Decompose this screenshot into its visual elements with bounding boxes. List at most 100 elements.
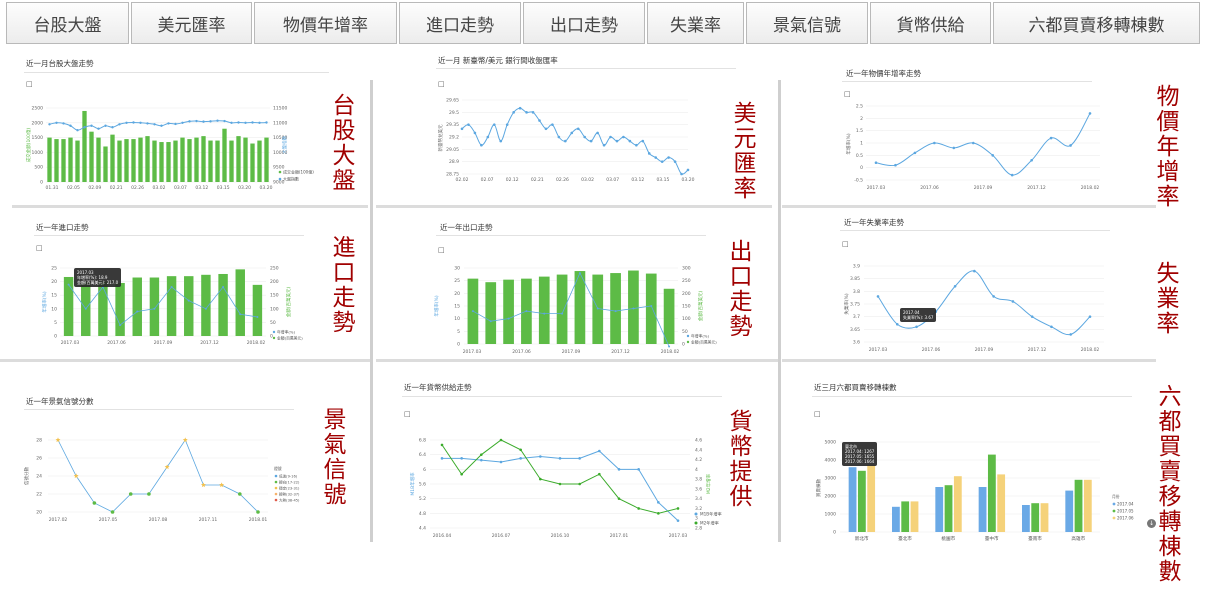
bar [54,139,59,182]
tab-unemployment[interactable]: 失業率 [647,2,744,44]
point [539,455,542,458]
point [544,127,548,131]
bar [556,274,568,344]
y-tick-label: 11000 [273,120,287,126]
x-tick-label: 2017.09 [975,347,994,353]
download-icon[interactable]: ↓ [1147,519,1156,528]
chart-signal: 20 22 24 26 28 信號分數 2017.02 2017.05 2017.08 2017.… [23,437,300,523]
y-tick-label: 4.4 [419,526,426,532]
chart-taiex: 0500100015002000250090009500100001050011… [25,106,314,192]
x-tick-label: 高雄市 [1071,535,1085,542]
legend-marker [686,340,690,344]
y-tick-label: 0.5 [856,153,863,159]
point [147,492,151,496]
tab-signal[interactable]: 景氣信號 [746,2,868,44]
x-tick-label: 02.09 [88,185,101,191]
point [578,482,581,486]
tab-export[interactable]: 出口走勢 [523,2,645,44]
legend-marker [274,480,278,484]
bar [222,128,227,182]
tab-usd[interactable]: 美元匯率 [131,2,252,44]
point [673,160,677,163]
tab-import[interactable]: 進口走勢 [399,2,521,44]
x-tick-label: 2018.02 [1081,185,1100,191]
axis-label: 金額(百萬美元) [285,287,292,318]
tab-money-supply[interactable]: 貨幣供給 [870,2,991,44]
y-tick-label: 4.8 [419,511,426,517]
y-tick-label: 3.7 [853,314,860,320]
bar [149,277,160,336]
point [1050,325,1053,329]
point [90,124,93,127]
bar [250,143,255,182]
x-tick-label: 2017.03 [669,533,688,539]
side-label-signal: 景氣信號 [323,407,347,508]
point [1088,112,1092,115]
tooltip: 臺北市 2017.04: 1267 2017.05: 1655 2017.06:… [842,442,878,466]
point [136,310,139,313]
y-tick-label: 1500 [32,135,44,141]
point [558,482,562,486]
x-tick-label: 2016.04 [433,533,452,539]
point [499,460,503,464]
bar [117,140,122,182]
point [576,127,580,131]
bar [89,131,94,182]
chart-import: 0510152025050100150200250年增率(%) 金額(百萬美元)2… [41,266,303,347]
bar [1083,479,1092,532]
tooltip: 2017.04 失業率(%): 3.67 [900,308,937,322]
y-tick-label: 2 [860,116,863,122]
point [216,119,219,122]
legend-label: M2年增率 [700,520,719,527]
point [657,501,660,504]
x-tick-label: 2017.12 [1028,347,1047,353]
point [1088,315,1092,318]
point [499,438,503,442]
y-tick-label: 300 [682,266,691,272]
point [596,307,599,310]
divider [782,205,1156,208]
point [933,141,936,145]
panel-housing: 近三月六都買賣移轉棟數 □ 0 1000 2000 3000 4000 5000 買賣棟數新… [782,366,1156,542]
x-tick-label: 02.12 [506,177,519,183]
axis-label: 成交金額(100億) [25,127,32,162]
point [230,121,233,125]
bar [610,273,621,344]
y-tick-label: 15 [51,293,57,299]
point [531,111,535,114]
y-tick-label: 1000 [32,150,44,156]
y-tick-label: 0 [270,334,273,340]
point [222,286,225,289]
point [609,135,612,139]
x-tick-label: 臺北市 [898,535,912,542]
x-tick-label: 桃園市 [941,535,955,542]
x-tick-label: 02.26 [556,177,569,183]
bar [124,139,129,182]
point [460,457,463,460]
panel-signal: 近一年景氣信號分數 20 22 24 26 28 信號分數 2017.02 2017.05 20… [12,364,368,542]
tab-taiex[interactable]: 台股大盤 [6,2,129,44]
legend-marker [1112,502,1116,506]
series-line [442,450,679,522]
panel-taiex: 近一月台股大盤走勢 □ 0 500 1000 1500 2000 2500 9000 9500… [12,50,368,204]
y-tick-label: 3000 [825,476,837,482]
axis-label: 年增率(%) [433,295,440,317]
point [512,111,515,114]
x-tick-label: 03.02 [153,185,166,191]
legend-label: 2017.04 [1117,502,1134,507]
point [48,123,51,126]
point [84,307,87,310]
point [1069,144,1072,147]
divider [370,80,373,542]
point [660,160,664,163]
tab-cpi[interactable]: 物價年增率 [254,2,397,44]
bar [1040,503,1049,532]
point [440,443,444,447]
tab-housing[interactable]: 六都買賣移轉棟數 [993,2,1200,44]
point [471,310,474,313]
point [557,135,561,139]
point [76,129,79,132]
legend-marker [1112,516,1116,520]
point [460,472,463,476]
y-tick-label: 0 [457,342,460,348]
